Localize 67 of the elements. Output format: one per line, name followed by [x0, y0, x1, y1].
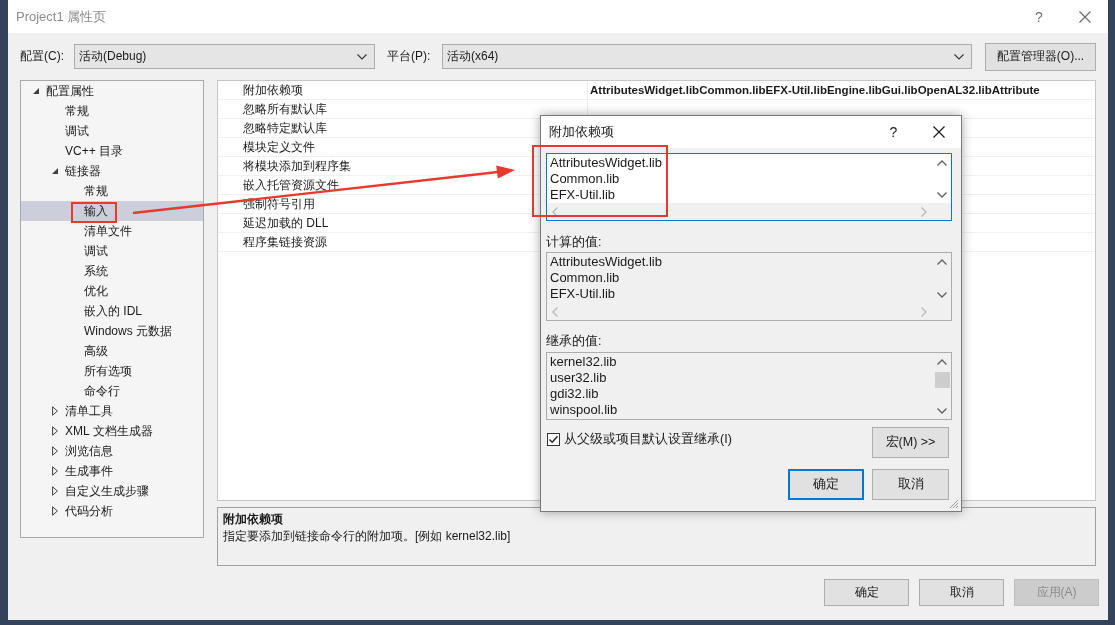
description-title: 附加依赖项	[223, 511, 284, 528]
tree-item[interactable]: 代码分析	[21, 501, 203, 521]
dialog-button[interactable]: 取消	[872, 469, 949, 500]
tree-item[interactable]: 调试	[21, 121, 203, 141]
chevron-up-icon[interactable]	[937, 160, 947, 166]
chevron-down-icon[interactable]	[937, 192, 947, 198]
tree-item[interactable]: 所有选项	[21, 361, 203, 381]
dialog-button[interactable]: 取消	[919, 579, 1004, 606]
description-text: 指定要添加到链接命令行的附加项。[例如 kernel32.lib]	[223, 528, 512, 545]
dialog-button[interactable]: 确定	[788, 469, 864, 500]
macro-button[interactable]: 宏(M) >>	[872, 427, 949, 458]
property-name[interactable]: 附加依赖项	[240, 81, 588, 99]
tree-item[interactable]: 优化	[21, 281, 203, 301]
checkbox-icon[interactable]	[547, 433, 560, 446]
close-icon	[932, 126, 945, 138]
horizontal-scrollbar[interactable]	[547, 203, 951, 220]
resize-grip-icon[interactable]	[949, 499, 959, 509]
chevron-up-icon[interactable]	[937, 259, 947, 265]
inherit-checkbox[interactable]: 从父级或项目默认设置继承(I)	[547, 431, 732, 448]
collapsed-triangle-icon[interactable]	[52, 486, 58, 496]
dialog-button[interactable]: 确定	[824, 579, 909, 606]
platform-dropdown[interactable]: 活动(x64)	[442, 44, 972, 69]
expanded-triangle-icon[interactable]	[52, 168, 58, 174]
value-list-field: AttributesWidget.lib Common.lib EFX-Util.lib	[546, 252, 952, 321]
collapsed-triangle-icon[interactable]	[52, 446, 58, 456]
tree-item[interactable]: 常规	[21, 101, 203, 121]
tree-item[interactable]: 清单工具	[21, 401, 203, 421]
scroll-thumb[interactable]	[934, 372, 950, 388]
configuration-dropdown[interactable]: 活动(Debug)	[74, 44, 375, 69]
close-icon	[1079, 10, 1091, 23]
collapsed-triangle-icon[interactable]	[52, 406, 58, 416]
tree-item[interactable]: 调试	[21, 241, 203, 261]
help-button[interactable]: ?	[871, 116, 916, 148]
tree-item[interactable]: 嵌入的 IDL	[21, 301, 203, 321]
expanded-triangle-icon[interactable]	[33, 88, 39, 94]
tree-item[interactable]: 系统	[21, 261, 203, 281]
collapsed-triangle-icon[interactable]	[52, 426, 58, 436]
tree-item[interactable]: 链接器	[21, 161, 203, 181]
tree-item[interactable]: 命令行	[21, 381, 203, 401]
configuration-manager-button[interactable]: 配置管理器(O)...	[985, 42, 1096, 71]
inherited-values-label: 继承的值:	[546, 333, 603, 350]
value-list-field: kernel32.lib user32.lib gdi32.lib winspool.lib	[546, 352, 952, 420]
tree-item[interactable]: 清单文件	[21, 221, 203, 241]
tree-item[interactable]: Windows 元数据	[21, 321, 203, 341]
tree-item[interactable]: 生成事件	[21, 461, 203, 481]
tree-item[interactable]: 浏览信息	[21, 441, 203, 461]
collapsed-triangle-icon[interactable]	[52, 466, 58, 476]
configuration-label: 配置(C):	[20, 48, 65, 65]
tree-item[interactable]: 常规	[21, 181, 203, 201]
chevron-left-icon[interactable]	[552, 206, 558, 217]
tree-item[interactable]: 配置属性	[21, 81, 203, 101]
tree-item[interactable]: 自定义生成步骤	[21, 481, 203, 501]
tree-item[interactable]: XML 文档生成器	[21, 421, 203, 441]
chevron-down-icon[interactable]	[937, 292, 947, 298]
collapsed-triangle-icon[interactable]	[52, 506, 58, 516]
tree-item[interactable]: 输入	[21, 201, 203, 221]
help-button[interactable]: ?	[1016, 0, 1062, 33]
tree-item[interactable]: 高级	[21, 341, 203, 361]
chevron-down-icon	[954, 53, 964, 60]
property-value[interactable]: AttributesWidget.libCommon.libEFX-Util.libEngine.libGui.libOpenAL32.libAttribute	[588, 81, 1095, 99]
chevron-up-icon[interactable]	[937, 359, 947, 365]
window-title: Project1 属性页	[15, 7, 107, 26]
chevron-down-icon	[357, 53, 367, 60]
tree-item[interactable]: VC++ 目录	[21, 141, 203, 161]
platform-label: 平台(P):	[387, 48, 432, 65]
annotation-frame	[71, 202, 117, 223]
chevron-down-icon[interactable]	[937, 408, 947, 414]
